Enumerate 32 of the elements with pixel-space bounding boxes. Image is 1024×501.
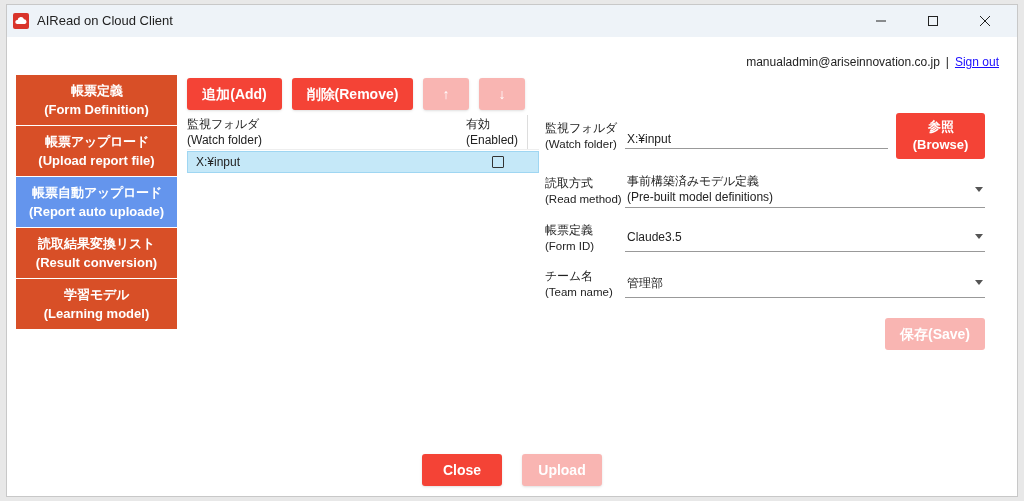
sidebar-item[interactable]: 帳票アップロード (Upload report file)	[16, 126, 177, 176]
window-title: AIRead on Cloud Client	[37, 12, 173, 31]
toolbar-button[interactable]: 追加(Add)	[187, 78, 282, 110]
column-header: 有効 (Enabled)	[466, 115, 528, 149]
field-label: 帳票定義 (Form ID)	[545, 223, 596, 254]
maximize-icon[interactable]	[927, 15, 939, 27]
dropdown[interactable]: 管理部	[625, 270, 985, 298]
dropdown-arrow-icon	[975, 186, 983, 192]
dropdown[interactable]: Claude3.5	[625, 224, 985, 252]
browse-button[interactable]: 参照 (Browse)	[896, 113, 985, 159]
separator: |	[945, 54, 949, 71]
sign-out-link[interactable]: Sign out	[954, 53, 999, 71]
field-label: チーム名 (Team name)	[545, 269, 614, 300]
field-label: 読取方式 (Read method)	[545, 175, 623, 207]
table-row[interactable]: X:¥input	[187, 151, 539, 173]
table-cell-text: X:¥input	[195, 154, 242, 171]
column-header: 監視フォルダ (Watch folder)	[187, 116, 263, 149]
account-email: manualadmin@ariseinnovation.co.jp	[746, 54, 940, 71]
toolbar-button[interactable]: 削除(Remove)	[292, 78, 413, 110]
dropdown-arrow-icon	[975, 234, 983, 239]
sidebar-item[interactable]: 帳票自動アップロード (Report auto uploade)	[16, 177, 177, 227]
field-label: 監視フォルダ (Watch folder)	[545, 121, 618, 152]
checkbox[interactable]	[492, 156, 504, 168]
sidebar-item[interactable]: 読取結果変換リスト (Result conversion)	[16, 228, 177, 278]
dropdown-arrow-icon	[975, 280, 983, 285]
sidebar-item[interactable]: 学習モデル (Learning model)	[16, 279, 177, 329]
footer-button[interactable]: Close	[422, 454, 502, 486]
sidebar-item[interactable]: 帳票定義 (Form Definition)	[16, 75, 177, 125]
cloud-logo-icon	[13, 13, 29, 29]
dropdown[interactable]: 事前構築済みモデル定義 (Pre-built model definitions)	[625, 173, 985, 208]
close-icon[interactable]	[979, 15, 991, 27]
input-field[interactable]: X:¥input	[625, 123, 888, 149]
